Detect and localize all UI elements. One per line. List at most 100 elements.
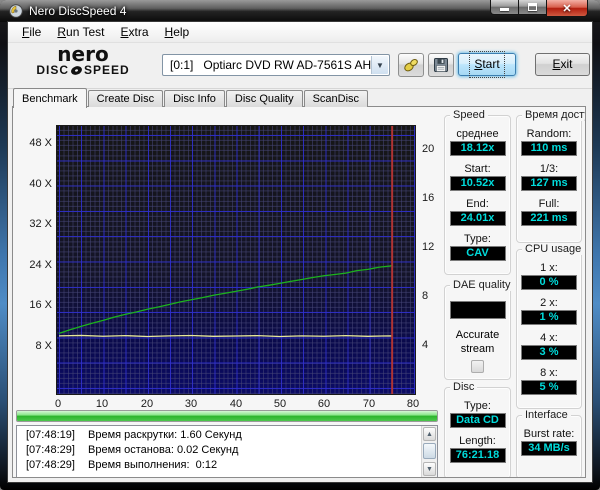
menu-extra[interactable]: Extra bbox=[113, 23, 157, 42]
4-x-row: 4 x: 3 % bbox=[517, 332, 581, 360]
log-scrollbar[interactable]: ▲ ▼ bbox=[421, 426, 437, 477]
maximize-icon bbox=[528, 3, 537, 11]
axis-tick: 10 bbox=[95, 398, 109, 410]
start-button[interactable]: Start bbox=[458, 51, 516, 78]
axis-tick: 4 bbox=[422, 339, 429, 351]
1-x-label: 1 x: bbox=[540, 262, 558, 274]
axis-tick: 40 bbox=[229, 398, 243, 410]
drive-name: Optiarc DVD RW AD-7561S AH03 bbox=[203, 58, 385, 72]
dae-quality-group: DAE quality Accurate stream bbox=[444, 279, 514, 380]
type-label: Type: bbox=[464, 233, 491, 245]
save-button[interactable] bbox=[428, 53, 454, 77]
tab-disc-info[interactable]: Disc Info bbox=[164, 90, 225, 107]
titlebar[interactable]: Nero DiscSpeed 4 ✕ bbox=[0, 0, 600, 22]
axis-tick: 20 bbox=[140, 398, 154, 410]
1-3-row: 1/3: 127 ms bbox=[517, 163, 581, 191]
logo-speed-text: SPEED bbox=[83, 63, 130, 77]
menu-file[interactable]: File bbox=[14, 23, 49, 42]
interface-group: Interface Burst rate: 34 MB/s bbox=[516, 409, 582, 477]
среднее-label: среднее bbox=[456, 128, 499, 140]
drive-select[interactable]: [0:1] Optiarc DVD RW AD-7561S AH03 ▼ bbox=[162, 54, 390, 76]
save-icon bbox=[434, 58, 448, 72]
access-time-group: Время доступ Random:110 ms1/3:127 msFull… bbox=[516, 109, 585, 243]
accurate-stream-label: Accurate stream bbox=[455, 329, 500, 355]
1-3-value: 127 ms bbox=[521, 176, 577, 191]
2-x-label: 2 x: bbox=[540, 297, 558, 309]
log-message: Время раскрутки: 1.60 Секунд bbox=[88, 429, 242, 441]
disc-group: Disc Type: Data CD Length: 76:21.18 bbox=[444, 381, 511, 477]
axis-tick: 16 X bbox=[29, 299, 52, 311]
type-value: Data CD bbox=[449, 413, 506, 428]
burst-rate-row: Burst rate: 34 MB/s bbox=[517, 428, 581, 456]
axis-tick: 60 bbox=[317, 398, 331, 410]
log-message: Время выполнения: 0:12 bbox=[88, 459, 218, 471]
axis-tick: 50 bbox=[273, 398, 287, 410]
type-label: Type: bbox=[464, 400, 491, 412]
menu-run-test[interactable]: Run Test bbox=[49, 23, 112, 42]
length-row: Length: 76:21.18 bbox=[445, 435, 510, 463]
drive-id: [0:1] bbox=[170, 58, 194, 72]
benchmark-tab-panel: [07:48:19] Время раскрутки: 1.60 Секунд [0… bbox=[12, 106, 586, 478]
close-icon: ✕ bbox=[562, 2, 572, 15]
burst-rate-value: 34 MB/s bbox=[521, 441, 577, 456]
accurate-stream-checkbox[interactable] bbox=[471, 360, 484, 373]
tab-create-disc[interactable]: Create Disc bbox=[87, 90, 164, 107]
axis-tick: 70 bbox=[362, 398, 376, 410]
full-value: 221 ms bbox=[521, 211, 577, 226]
combo-dropdown-arrow[interactable]: ▼ bbox=[371, 56, 388, 74]
speed-group: Speed среднее 18.12x Start: 10.52x End: 24.01… bbox=[444, 109, 511, 275]
scroll-down-button[interactable]: ▼ bbox=[423, 462, 436, 476]
window-title: Nero DiscSpeed 4 bbox=[29, 4, 127, 18]
axis-tick: 30 bbox=[184, 398, 198, 410]
progress-bar bbox=[16, 410, 438, 422]
axis-tick: 0 bbox=[54, 398, 62, 410]
1-x-row: 1 x: 0 % bbox=[517, 262, 581, 290]
log-timestamp: [07:48:29] bbox=[26, 444, 75, 456]
client-area: File Run Test Extra Help nero DISC SPEED [0 bbox=[7, 21, 593, 483]
scrollbar-thumb[interactable] bbox=[423, 443, 436, 459]
eject-icon bbox=[404, 58, 418, 72]
rotation-speed-line bbox=[58, 334, 393, 338]
tab-scandisc[interactable]: ScanDisc bbox=[303, 90, 369, 107]
axis-tick: 32 X bbox=[29, 218, 52, 230]
среднее-value: 18.12x bbox=[449, 141, 506, 156]
start-row: Start: 10.52x bbox=[445, 163, 510, 191]
axis-tick: 80 bbox=[406, 398, 420, 410]
4-x-label: 4 x: bbox=[540, 332, 558, 344]
minimize-button[interactable] bbox=[490, 0, 519, 15]
end-value: 24.01x bbox=[449, 211, 506, 226]
start-button-label: Start bbox=[469, 51, 505, 78]
start-label: Start: bbox=[464, 163, 491, 175]
app-icon bbox=[9, 4, 23, 18]
dae-quality-value bbox=[449, 301, 506, 319]
type-row: Type: CAV bbox=[445, 233, 510, 261]
tab-disc-quality[interactable]: Disc Quality bbox=[225, 90, 303, 107]
disc-icon bbox=[71, 65, 82, 75]
eject-button[interactable] bbox=[398, 53, 424, 77]
nero-discspeed-logo: nero DISC SPEED bbox=[18, 44, 148, 77]
axis-tick: 8 bbox=[422, 290, 429, 302]
2-x-row: 2 x: 1 % bbox=[517, 297, 581, 325]
scroll-up-button[interactable]: ▲ bbox=[423, 427, 436, 441]
8-x-value: 5 % bbox=[521, 380, 577, 395]
full-label: Full: bbox=[538, 198, 560, 210]
axis-tick: 24 X bbox=[29, 259, 52, 271]
log-line: [07:48:29] Время останова: 0.02 Секунд bbox=[17, 443, 420, 458]
log-message: Время останова: 0.02 Секунд bbox=[88, 444, 239, 456]
4-x-value: 3 % bbox=[521, 345, 577, 360]
exit-button[interactable]: Exit bbox=[535, 53, 590, 76]
minimize-icon bbox=[500, 8, 509, 11]
benchmark-chart bbox=[56, 125, 416, 395]
exit-button-label: Exit bbox=[552, 57, 573, 71]
8-x-label: 8 x: bbox=[540, 367, 558, 379]
random-value: 110 ms bbox=[521, 141, 577, 156]
axis-tick: 16 bbox=[422, 192, 435, 204]
maximize-button[interactable] bbox=[519, 0, 546, 15]
toolbar: nero DISC SPEED [0:1] Optiarc DVD RW AD-… bbox=[8, 43, 592, 89]
1-3-label: 1/3: bbox=[539, 163, 559, 175]
burst-rate-label: Burst rate: bbox=[523, 428, 575, 440]
tab-benchmark[interactable]: Benchmark bbox=[13, 88, 87, 108]
end-row: End: 24.01x bbox=[445, 198, 510, 226]
menu-help[interactable]: Help bbox=[157, 23, 198, 42]
close-button[interactable]: ✕ bbox=[546, 0, 588, 17]
